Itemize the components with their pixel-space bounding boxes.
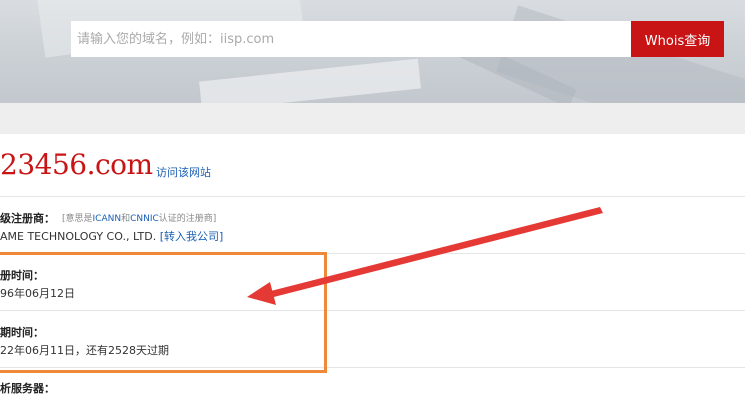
dns-server-row: 析服务器：: [0, 368, 745, 400]
dns-server-label: 析服务器：: [0, 382, 55, 395]
expiry-date-row: 期时间： 22年06月11日，还有2528天过期: [0, 311, 745, 368]
registrar-value: AME TECHNOLOGY CO., LTD. [转入我公司]: [0, 228, 223, 244]
visit-site-link[interactable]: 访问该网站: [156, 164, 211, 180]
registrar-row: 级注册商： [意思是ICANN和CNNIC认证的注册商] AME TECHNOL…: [0, 198, 745, 254]
domain-name: 23456.com: [0, 148, 153, 181]
cnnic-link[interactable]: CNNIC: [130, 214, 159, 224]
transfer-link[interactable]: [转入我公司]: [160, 230, 224, 243]
registrar-note: [意思是ICANN和CNNIC认证的注册商]: [62, 211, 216, 224]
creation-date-label: 册时间：: [0, 269, 44, 282]
hero-banner: Whois查询: [0, 0, 745, 103]
expiry-date-value: 22年06月11日，还有2528天过期: [0, 344, 169, 357]
icann-link[interactable]: ICANN: [93, 214, 122, 224]
registrar-name: AME TECHNOLOGY CO., LTD.: [0, 230, 157, 243]
note-prefix: [意思是: [62, 214, 93, 224]
domain-search-input[interactable]: [71, 21, 631, 57]
domain-header: 23456.com 访问该网站: [0, 134, 745, 197]
creation-date-value: 96年06月12日: [0, 287, 75, 300]
registrar-label: 级注册商：: [0, 212, 55, 225]
creation-date-row: 册时间： 96年06月12日: [0, 254, 745, 311]
whois-search-button[interactable]: Whois查询: [631, 21, 724, 57]
note-and: 和: [121, 214, 131, 224]
banner-decoration: [199, 58, 421, 103]
note-suffix: 认证的注册商]: [158, 214, 217, 224]
section-divider: [0, 103, 745, 134]
expiry-date-label: 期时间：: [0, 326, 44, 339]
